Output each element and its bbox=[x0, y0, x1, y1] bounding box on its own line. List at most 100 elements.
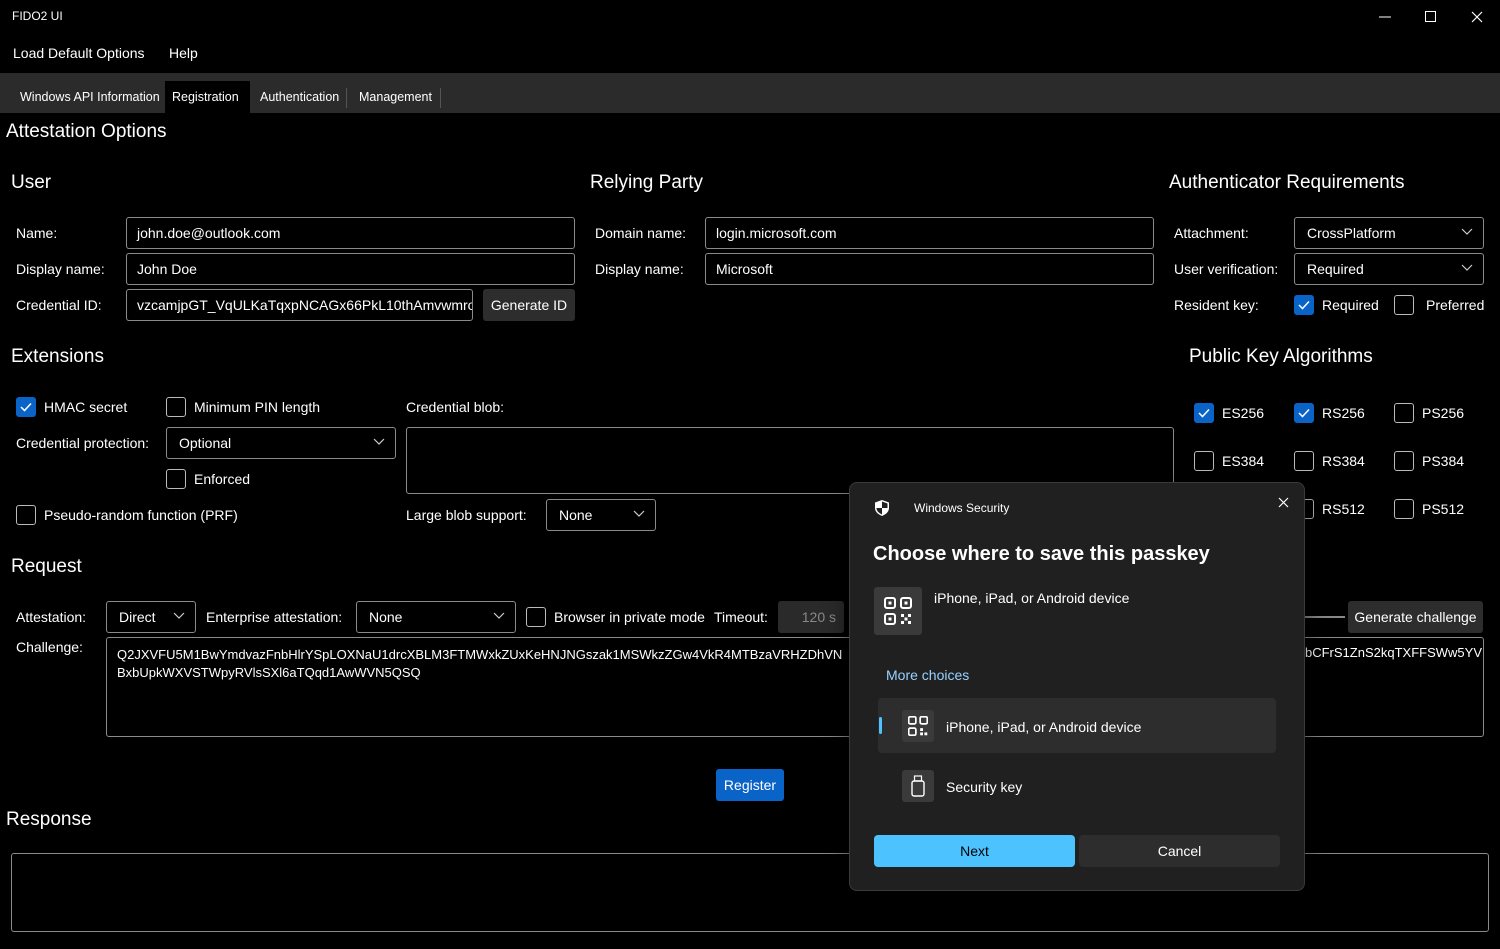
option-phone[interactable]: iPhone, iPad, or Android device bbox=[878, 698, 1276, 753]
response-heading: Response bbox=[6, 809, 92, 830]
user-display-name-input[interactable]: John Doe bbox=[126, 253, 575, 285]
checkmark-icon bbox=[1198, 408, 1210, 418]
attachment-label: Attachment: bbox=[1174, 225, 1249, 241]
timeout-slider-track[interactable] bbox=[1305, 616, 1345, 618]
attestation-value: Direct bbox=[119, 609, 156, 625]
chevron-down-icon bbox=[1461, 264, 1473, 271]
algorithm-ps384-checkbox[interactable] bbox=[1394, 451, 1414, 471]
hmac-secret-label: HMAC secret bbox=[44, 399, 128, 415]
attachment-select[interactable]: CrossPlatform bbox=[1294, 217, 1484, 249]
enforced-checkbox[interactable] bbox=[166, 469, 186, 489]
enterprise-attestation-select[interactable]: None bbox=[356, 601, 516, 633]
usb-key-icon bbox=[902, 770, 934, 802]
user-verification-value: Required bbox=[1307, 261, 1364, 277]
credential-protection-value: Optional bbox=[179, 435, 232, 451]
next-button[interactable]: Next bbox=[874, 835, 1075, 867]
chevron-down-icon bbox=[373, 438, 385, 445]
resident-key-preferred-checkbox[interactable] bbox=[1394, 295, 1414, 315]
close-icon bbox=[1278, 497, 1288, 507]
minimize-button[interactable] bbox=[1362, 0, 1408, 34]
algorithm-ps512-checkbox[interactable] bbox=[1394, 499, 1414, 519]
page-title: Attestation Options bbox=[6, 121, 167, 142]
generate-challenge-button[interactable]: Generate challenge bbox=[1348, 601, 1483, 633]
prf-label: Pseudo-random function (PRF) bbox=[44, 507, 238, 523]
maximize-icon bbox=[1425, 11, 1436, 22]
attestation-select[interactable]: Direct bbox=[106, 601, 196, 633]
algorithm-es384-checkbox[interactable] bbox=[1194, 451, 1214, 471]
checkmark-icon bbox=[20, 402, 32, 412]
shield-icon bbox=[875, 500, 889, 516]
extensions-heading: Extensions bbox=[11, 346, 104, 367]
dialog-close-button[interactable] bbox=[1272, 491, 1294, 513]
checkmark-icon bbox=[1298, 300, 1310, 310]
name-label: Name: bbox=[16, 225, 58, 241]
authenticator-requirements-heading: Authenticator Requirements bbox=[1169, 172, 1405, 193]
option-phone-label: iPhone, iPad, or Android device bbox=[946, 719, 1142, 735]
user-heading: User bbox=[11, 172, 52, 193]
credential-id-label: Credential ID: bbox=[16, 297, 102, 313]
resident-key-label: Resident key: bbox=[1174, 297, 1259, 313]
register-button[interactable]: Register bbox=[716, 769, 784, 801]
option-security-key-label: Security key bbox=[946, 779, 1023, 795]
algorithm-ps256-checkbox[interactable] bbox=[1394, 403, 1414, 423]
algorithm-ps384-label: PS384 bbox=[1422, 453, 1465, 469]
large-blob-label: Large blob support: bbox=[406, 507, 527, 523]
selection-indicator bbox=[879, 717, 882, 734]
attachment-value: CrossPlatform bbox=[1307, 225, 1396, 241]
rp-display-name-input[interactable]: Microsoft bbox=[705, 253, 1154, 285]
prf-checkbox[interactable] bbox=[16, 505, 36, 525]
tab-windows-api[interactable]: Windows API Information bbox=[13, 81, 167, 113]
option-security-key[interactable]: Security key bbox=[878, 758, 1276, 813]
generate-id-button[interactable]: Generate ID bbox=[483, 289, 575, 321]
chevron-down-icon bbox=[633, 510, 645, 517]
name-input[interactable]: john.doe@outlook.com bbox=[126, 217, 575, 249]
public-key-algorithms-heading: Public Key Algorithms bbox=[1189, 346, 1373, 367]
large-blob-value: None bbox=[559, 507, 593, 523]
domain-name-label: Domain name: bbox=[595, 225, 687, 241]
credential-id-input[interactable]: vzcamjpGT_VqULKaTqxpNCAGx66PkL10thAmvwmr… bbox=[126, 289, 473, 321]
minimum-pin-length-checkbox[interactable] bbox=[166, 397, 186, 417]
title-bar bbox=[0, 0, 1500, 34]
attestation-label: Attestation: bbox=[16, 609, 87, 625]
windows-security-dialog: Windows Security Choose where to save th… bbox=[849, 482, 1305, 891]
rp-display-name-label: Display name: bbox=[595, 261, 684, 277]
algorithm-rs256-checkbox[interactable] bbox=[1294, 403, 1314, 423]
algorithm-rs512-label: RS512 bbox=[1322, 501, 1365, 517]
close-window-button[interactable] bbox=[1454, 0, 1500, 34]
private-mode-checkbox[interactable] bbox=[526, 607, 546, 627]
dialog-top-option-label: iPhone, iPad, or Android device bbox=[934, 590, 1130, 606]
hmac-secret-checkbox[interactable] bbox=[16, 397, 36, 417]
algorithm-ps512-label: PS512 bbox=[1422, 501, 1465, 517]
algorithm-ps256-label: PS256 bbox=[1422, 405, 1465, 421]
tab-management[interactable]: Management bbox=[352, 81, 439, 113]
tab-authentication[interactable]: Authentication bbox=[253, 81, 346, 113]
checkmark-icon bbox=[1298, 408, 1310, 418]
algorithm-es256-checkbox[interactable] bbox=[1194, 403, 1214, 423]
menu-help[interactable]: Help bbox=[169, 45, 198, 61]
tab-divider bbox=[440, 88, 441, 108]
enforced-label: Enforced bbox=[194, 471, 251, 487]
domain-name-input[interactable]: login.microsoft.com bbox=[705, 217, 1154, 249]
chevron-down-icon bbox=[173, 612, 185, 619]
user-verification-select[interactable]: Required bbox=[1294, 253, 1484, 285]
request-heading: Request bbox=[11, 556, 82, 577]
cancel-button[interactable]: Cancel bbox=[1079, 835, 1280, 867]
enterprise-attestation-value: None bbox=[369, 609, 403, 625]
user-verification-label: User verification: bbox=[1174, 261, 1279, 277]
maximize-button[interactable] bbox=[1408, 0, 1454, 34]
close-icon bbox=[1471, 11, 1483, 23]
resident-key-preferred-label: Preferred bbox=[1426, 297, 1485, 313]
large-blob-select[interactable]: None bbox=[546, 499, 656, 531]
relying-party-heading: Relying Party bbox=[590, 172, 703, 193]
chevron-down-icon bbox=[1461, 228, 1473, 235]
more-choices-link[interactable]: More choices bbox=[886, 667, 969, 683]
timeout-input[interactable]: 120 s bbox=[778, 601, 844, 633]
user-display-name-label: Display name: bbox=[16, 261, 105, 277]
credential-protection-label: Credential protection: bbox=[16, 435, 150, 451]
tab-registration[interactable]: Registration bbox=[165, 81, 250, 113]
algorithm-rs384-checkbox[interactable] bbox=[1294, 451, 1314, 471]
menu-load-default[interactable]: Load Default Options bbox=[13, 45, 145, 61]
minimum-pin-length-label: Minimum PIN length bbox=[194, 399, 321, 415]
resident-key-required-checkbox[interactable] bbox=[1294, 295, 1314, 315]
credential-protection-select[interactable]: Optional bbox=[166, 427, 396, 459]
